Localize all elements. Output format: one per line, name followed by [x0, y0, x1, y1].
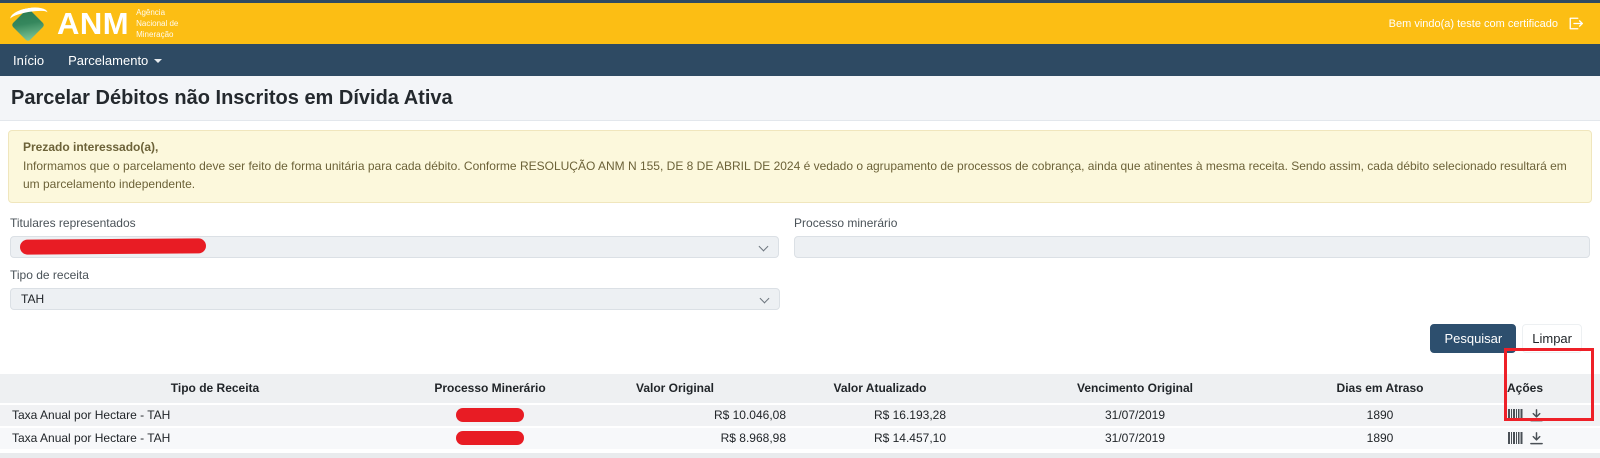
barcode-icon[interactable]	[1508, 432, 1523, 444]
col-header-processo: Processo Minerário	[430, 374, 550, 405]
table-row: Taxa Anual por Hectare - TAH R$ 8.968,98…	[0, 428, 1600, 451]
clear-button[interactable]: Limpar	[1522, 324, 1582, 353]
cell-valor-atualizado: R$ 16.193,28	[800, 405, 960, 428]
app-header: ANM Agência Nacional de Mineração Bem vi…	[0, 0, 1600, 44]
welcome-text: Bem vindo(a) teste com certificado	[1389, 18, 1558, 30]
filter-form: Titulares representados Processo minerár…	[0, 203, 1600, 353]
barcode-icon[interactable]	[1508, 409, 1523, 421]
table-header-row: Tipo de Receita Processo Minerário Valor…	[0, 374, 1600, 405]
results-table: Tipo de Receita Processo Minerário Valor…	[0, 374, 1600, 451]
col-header-valor-original: Valor Original	[550, 374, 800, 405]
redaction-titular	[20, 238, 206, 254]
title-band: Parcelar Débitos não Inscritos em Dívida…	[0, 76, 1600, 121]
col-header-acoes: Ações	[1450, 374, 1600, 405]
cell-tipo-receita: Taxa Anual por Hectare - TAH	[0, 405, 430, 428]
brand-subtitle-line: Mineração	[136, 30, 178, 41]
caret-down-icon	[154, 59, 162, 63]
alert-body: Informamos que o parcelamento deve ser f…	[23, 157, 1577, 194]
titulares-label: Titulares representados	[10, 216, 779, 230]
cell-vencimento: 31/07/2019	[960, 405, 1310, 428]
col-header-dias-atraso: Dias em Atraso	[1310, 374, 1450, 405]
col-header-tipo-receita: Tipo de Receita	[0, 374, 430, 405]
nav-item-inicio[interactable]: Início	[13, 53, 44, 68]
cell-valor-original: R$ 10.046,08	[550, 405, 800, 428]
nav-item-parcelamento[interactable]: Parcelamento	[68, 53, 162, 68]
results-table-wrap: Tipo de Receita Processo Minerário Valor…	[0, 374, 1600, 458]
col-header-vencimento: Vencimento Original	[960, 374, 1310, 405]
table-row: Taxa Anual por Hectare - TAH R$ 10.046,0…	[0, 405, 1600, 428]
anm-logo: ANM Agência Nacional de Mineração	[8, 5, 178, 43]
cell-acoes	[1450, 405, 1600, 428]
download-icon[interactable]	[1530, 432, 1543, 445]
cell-processo	[430, 428, 550, 451]
col-header-valor-atualizado: Valor Atualizado	[800, 374, 960, 405]
tipo-receita-label: Tipo de receita	[10, 268, 780, 282]
processo-input[interactable]	[794, 236, 1590, 258]
cell-valor-atualizado: R$ 14.457,10	[800, 428, 960, 451]
tipo-receita-select[interactable]: TAH	[10, 288, 780, 310]
cell-vencimento: 31/07/2019	[960, 428, 1310, 451]
chevron-down-icon	[759, 241, 769, 251]
tipo-receita-value: TAH	[21, 292, 44, 306]
cell-acoes	[1450, 428, 1600, 451]
cell-valor-original: R$ 8.968,98	[550, 428, 800, 451]
cell-processo	[430, 405, 550, 428]
alert-greeting: Prezado interessado(a),	[23, 138, 1577, 157]
main-navbar: Início Parcelamento	[0, 44, 1600, 76]
cell-dias-atraso: 1890	[1310, 405, 1450, 428]
brand-subtitle: Agência Nacional de Mineração	[136, 6, 178, 40]
redaction-processo	[456, 431, 524, 445]
warning-alert: Prezado interessado(a), Informamos que o…	[8, 130, 1592, 203]
download-icon[interactable]	[1530, 409, 1543, 422]
logout-icon[interactable]	[1567, 16, 1584, 31]
brand-name: ANM	[57, 8, 129, 39]
processo-label: Processo minerário	[794, 216, 1590, 230]
titulares-select[interactable]	[10, 236, 779, 258]
page-title: Parcelar Débitos não Inscritos em Dívida…	[11, 87, 453, 110]
nav-item-label: Início	[13, 53, 44, 68]
cell-tipo-receita: Taxa Anual por Hectare - TAH	[0, 428, 430, 451]
anm-diamond-logo-icon	[8, 5, 50, 43]
nav-item-label: Parcelamento	[68, 53, 148, 68]
brand-subtitle-line: Nacional de	[136, 19, 178, 30]
welcome-area: Bem vindo(a) teste com certificado	[1389, 16, 1584, 31]
chevron-down-icon	[760, 293, 770, 303]
redaction-processo	[456, 408, 524, 422]
brand-subtitle-line: Agência	[136, 8, 178, 19]
cell-dias-atraso: 1890	[1310, 428, 1450, 451]
partial-next-row	[0, 453, 1600, 458]
search-button[interactable]: Pesquisar	[1430, 324, 1516, 353]
